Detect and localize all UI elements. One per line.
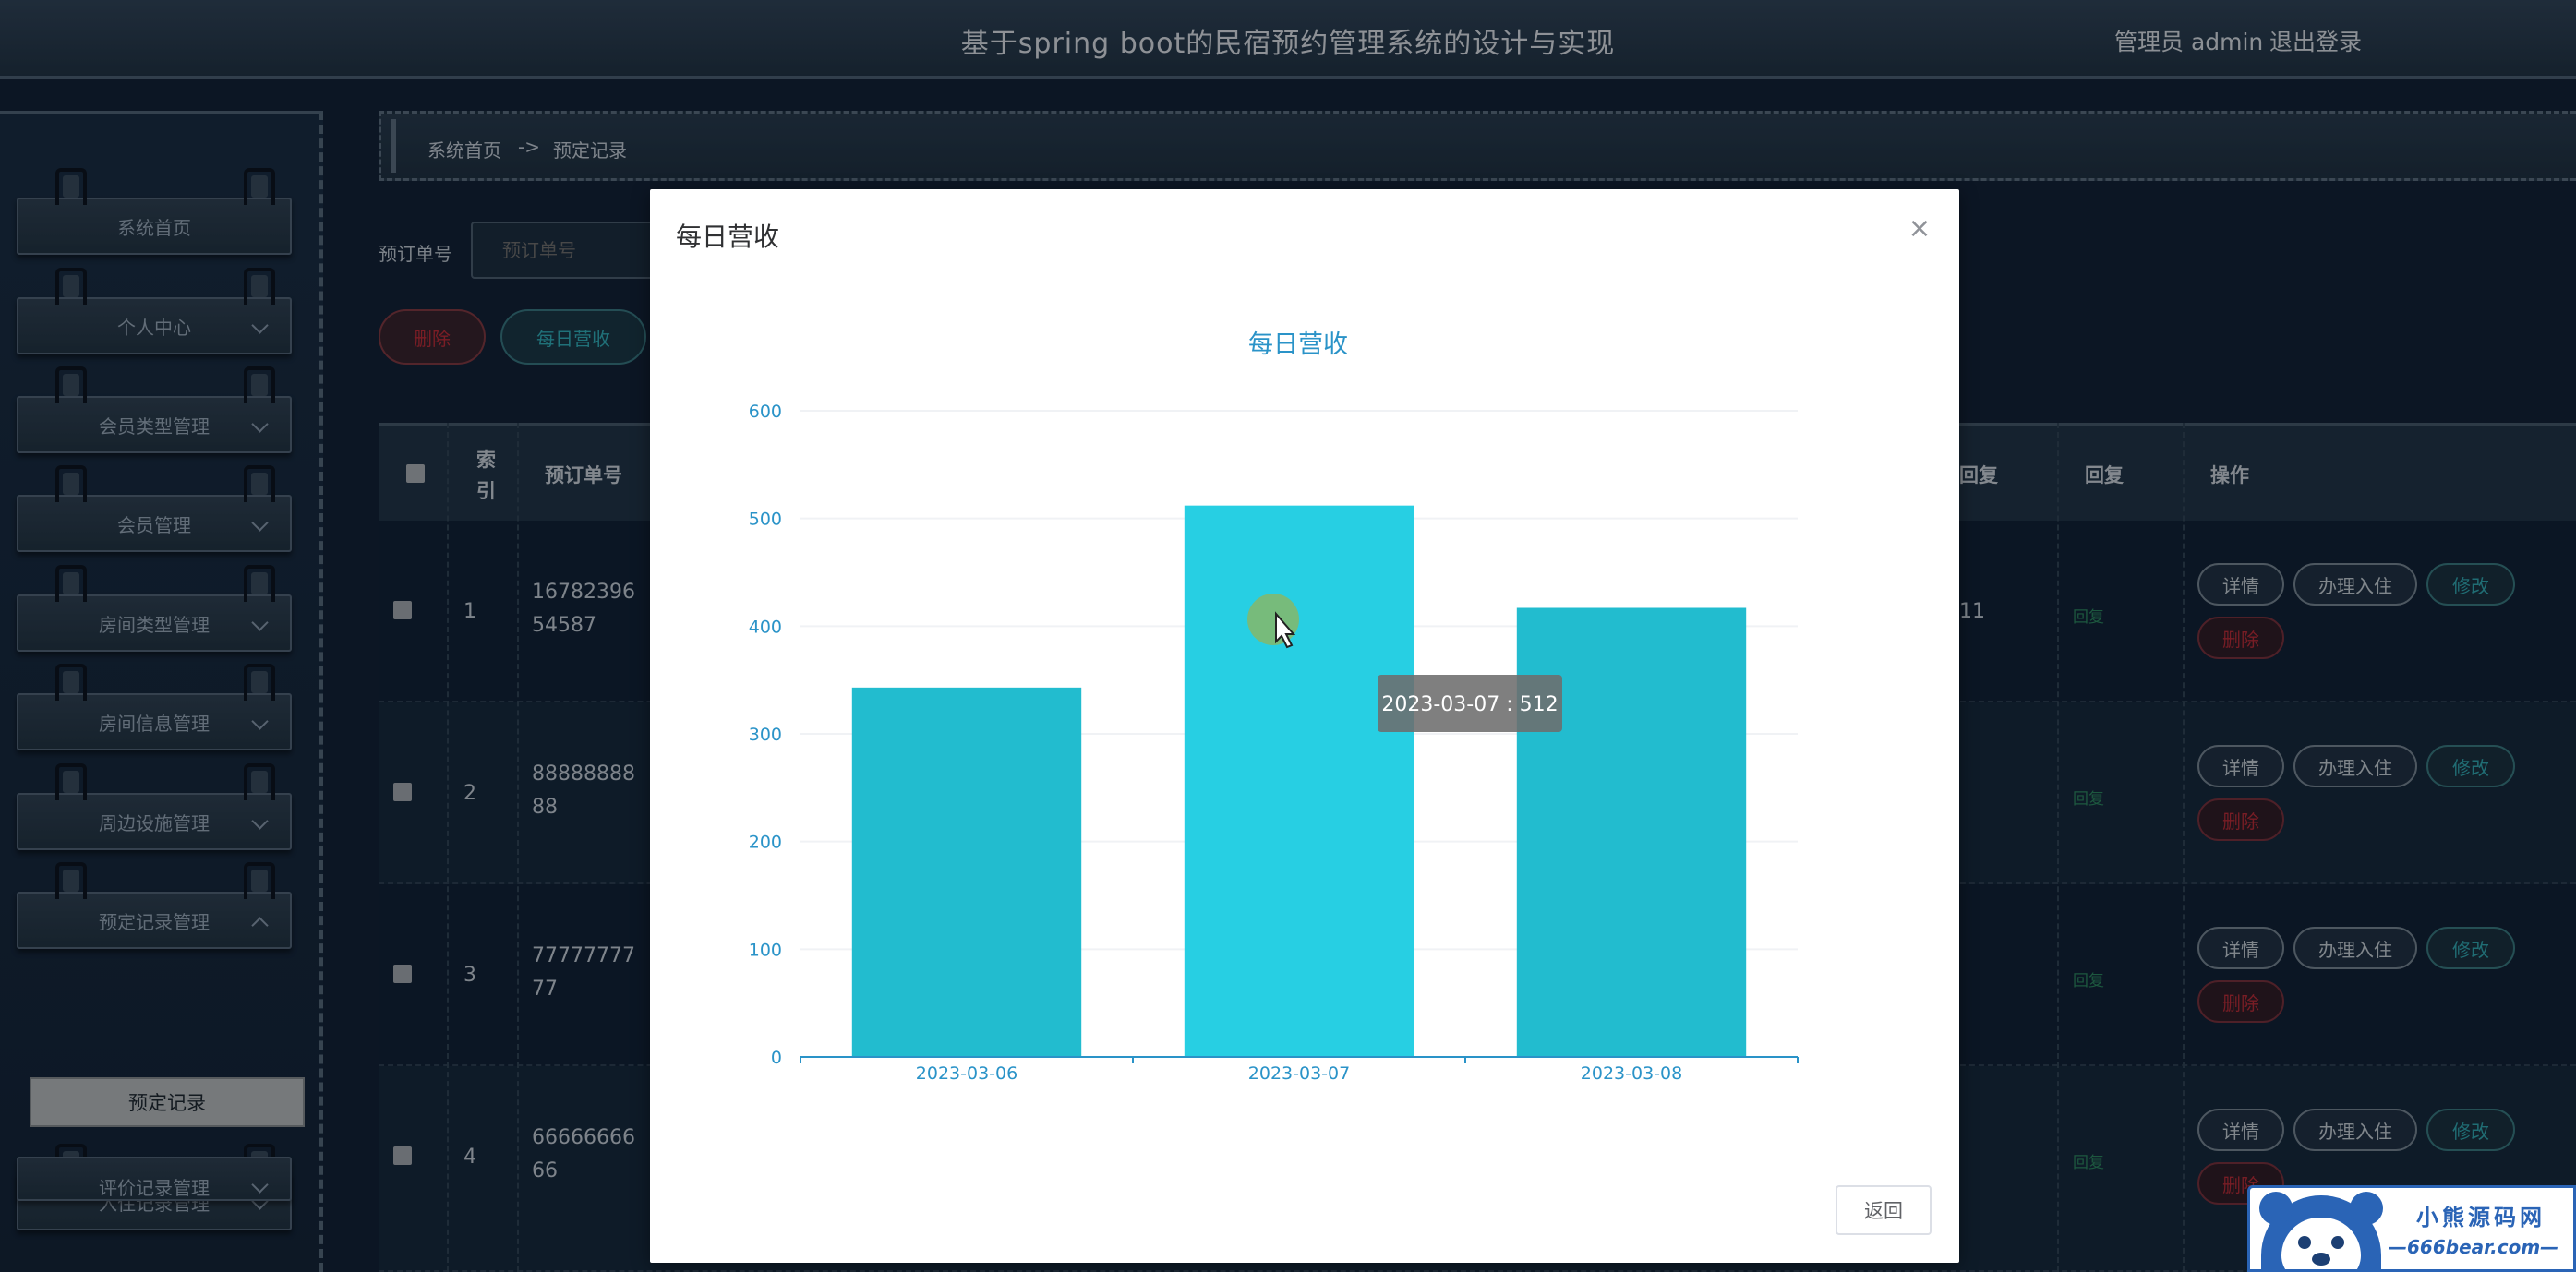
back-button[interactable]: 返回: [1836, 1185, 1932, 1235]
y-tick-label: 200: [749, 833, 782, 853]
x-tick-label: 2023-03-06: [916, 1063, 1017, 1084]
y-tick-label: 0: [771, 1048, 782, 1068]
daily-revenue-dialog: 每日营收 × 每日营收 0 100 200 300 400 500 600 2023-03-0…: [650, 189, 1959, 1263]
y-tick-label: 500: [749, 510, 782, 530]
x-tick-label: 2023-03-08: [1581, 1063, 1682, 1084]
site-watermark: 小熊源码网 —666bear.com—: [2247, 1185, 2576, 1272]
bar-2023-03-06[interactable]: [851, 687, 1082, 1057]
chart-title: 每日营收: [1248, 330, 1348, 359]
y-tick-label: 300: [749, 725, 782, 745]
bear-logo-icon: [2259, 1192, 2383, 1269]
close-icon[interactable]: ×: [1906, 215, 1933, 243]
x-tick-label: 2023-03-07: [1248, 1063, 1350, 1084]
chart-tooltip: 2023-03-07 : 512: [1378, 675, 1562, 732]
watermark-url: —666bear.com—: [2389, 1236, 2559, 1258]
y-tick-label: 400: [749, 617, 782, 637]
y-tick-label: 100: [749, 940, 782, 960]
tooltip-text: 2023-03-07 : 512: [1381, 693, 1558, 716]
y-tick-label: 600: [749, 402, 782, 422]
bar-2023-03-07[interactable]: [1184, 505, 1414, 1057]
watermark-name: 小熊源码网: [2416, 1205, 2546, 1230]
dialog-title: 每日营收: [676, 222, 780, 252]
revenue-bar-chart: 每日营收 0 100 200 300 400 500 600 2023-03-06 2023-0…: [749, 330, 1799, 1084]
